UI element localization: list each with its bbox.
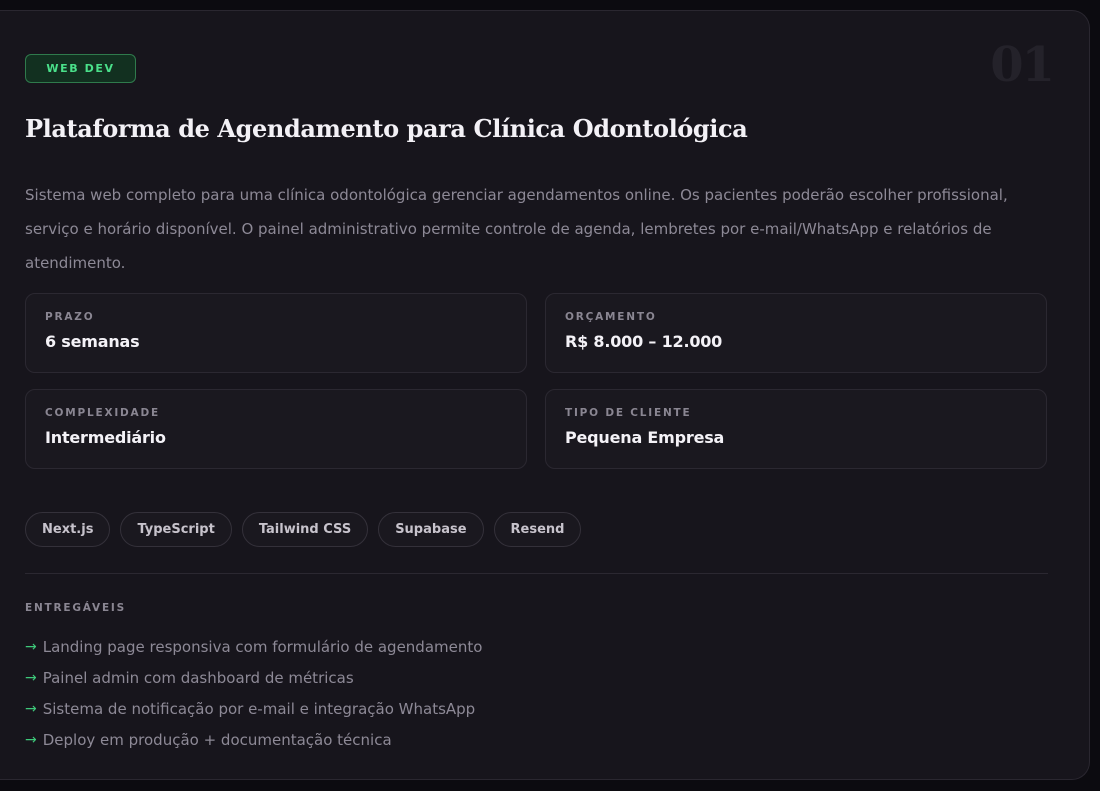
tag-typescript[interactable]: TypeScript [120, 512, 232, 547]
tag-supabase[interactable]: Supabase [378, 512, 484, 547]
deliverable-text: Sistema de notificação por e-mail e inte… [42, 699, 476, 718]
category-badge: WEB DEV [25, 54, 136, 83]
deliverables-list: → Landing page responsiva com formulário… [25, 631, 482, 755]
stat-tipo-cliente: TIPO DE CLIENTE Pequena Empresa [545, 389, 1047, 469]
arrow-right-icon: → [25, 669, 37, 686]
stat-label: PRAZO [45, 311, 95, 323]
stat-label: TIPO DE CLIENTE [565, 407, 692, 419]
deliverable-text: Painel admin com dashboard de métricas [42, 668, 354, 687]
arrow-right-icon: → [25, 638, 37, 655]
arrow-right-icon: → [25, 700, 37, 717]
stat-complexidade: COMPLEXIDADE Intermediário [25, 389, 527, 469]
project-description: Sistema web completo para uma clínica od… [25, 186, 1008, 272]
stat-value: Pequena Empresa [565, 428, 725, 447]
stat-label: ORÇAMENTO [565, 311, 657, 323]
stat-value: 6 semanas [45, 332, 140, 351]
list-item: → Deploy em produção + documentação técn… [25, 724, 482, 755]
list-item: → Painel admin com dashboard de métricas [25, 662, 482, 693]
tech-tags: Next.js TypeScript Tailwind CSS Supabase… [25, 512, 582, 547]
project-card: WEB DEV 01 Plataforma de Agendamento par… [0, 10, 1090, 780]
stat-label: COMPLEXIDADE [45, 407, 160, 419]
stat-prazo: PRAZO 6 semanas [25, 293, 527, 373]
deliverable-text: Landing page responsiva com formulário d… [42, 637, 483, 656]
tag-nextjs[interactable]: Next.js [25, 512, 111, 547]
stat-value: R$ 8.000 – 12.000 [565, 332, 723, 351]
stat-value: Intermediário [45, 428, 166, 447]
deliverable-text: Deploy em produção + documentação técnic… [42, 730, 392, 749]
deliverables-heading: ENTREGÁVEIS [25, 602, 126, 614]
project-title: Plataforma de Agendamento para Clínica O… [25, 114, 748, 143]
project-number: 01 [990, 37, 1055, 93]
arrow-right-icon: → [25, 731, 37, 748]
list-item: → Sistema de notificação por e-mail e in… [25, 693, 482, 724]
tag-resend[interactable]: Resend [493, 512, 582, 547]
stat-orcamento: ORÇAMENTO R$ 8.000 – 12.000 [545, 293, 1047, 373]
tag-tailwind[interactable]: Tailwind CSS [241, 512, 369, 547]
divider [25, 573, 1048, 574]
list-item: → Landing page responsiva com formulário… [25, 631, 482, 662]
